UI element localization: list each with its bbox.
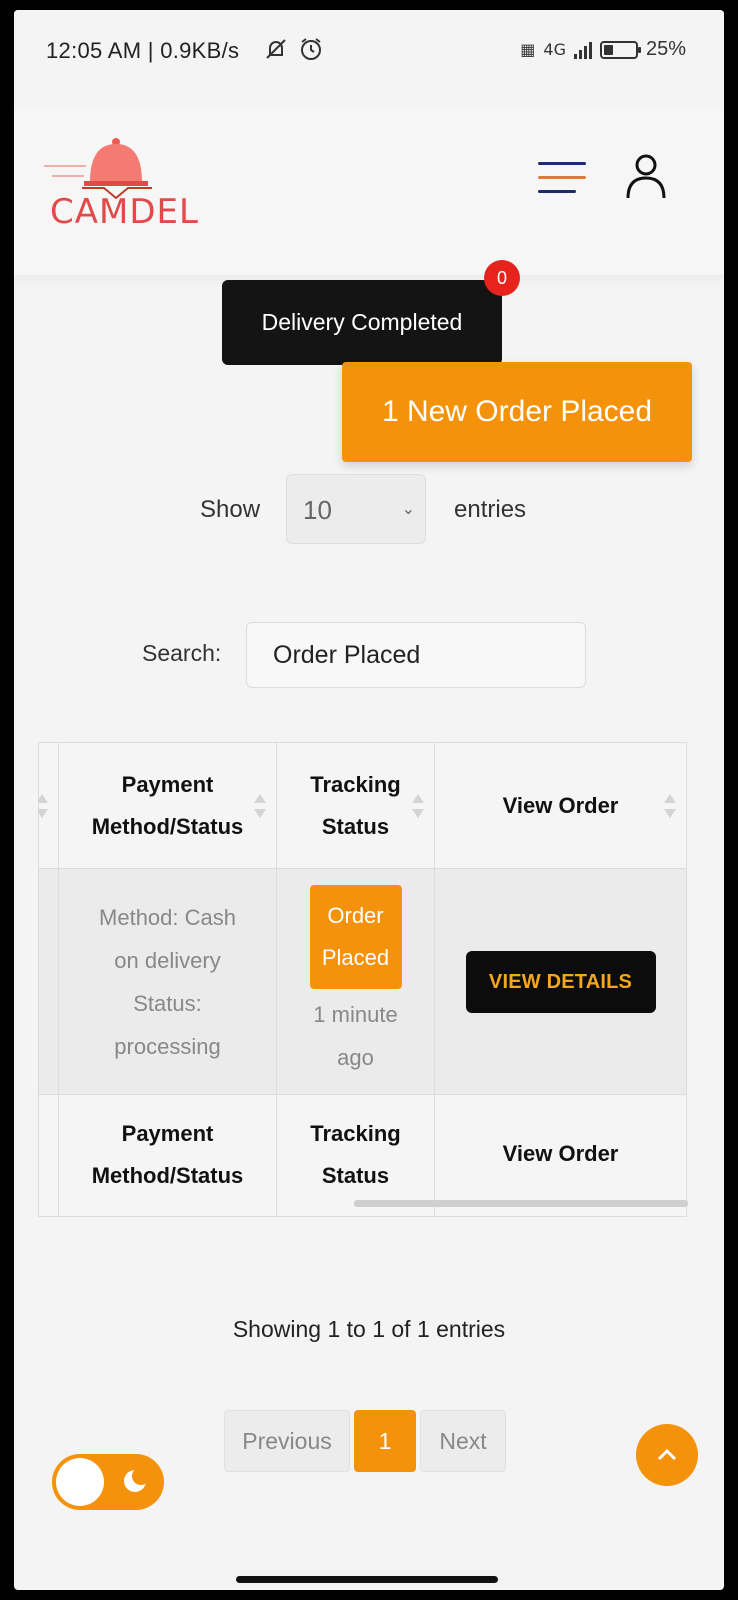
status-badge: Order Placed [309, 884, 402, 989]
next-page-button[interactable]: Next [420, 1410, 506, 1472]
signal-icon [573, 41, 592, 59]
hidden-column-header[interactable] [38, 742, 59, 869]
tracking-time: 1 minute ago [313, 1001, 398, 1070]
battery-percent: 25% [645, 38, 686, 60]
notification-badge: 0 [484, 260, 520, 296]
tracking-status-footer: Tracking Status [276, 1094, 435, 1217]
column-label: Tracking Status [310, 771, 401, 839]
user-account-button[interactable] [624, 152, 668, 200]
menu-button[interactable] [538, 162, 588, 196]
column-label: View Order [502, 792, 619, 818]
table-row: Method: Cash on delivery Status: process… [38, 868, 687, 1095]
theme-toggle[interactable] [52, 1454, 164, 1510]
sort-icon [254, 793, 266, 818]
notification-icons [262, 34, 325, 62]
orders-table: Payment Method/Status Tracking Status Vi… [38, 742, 687, 1217]
logo[interactable]: CAMDEL [42, 130, 198, 232]
hamburger-icon [538, 162, 586, 165]
previous-page-button[interactable]: Previous [224, 1410, 350, 1472]
payment-method-header[interactable]: Payment Method/Status [58, 742, 277, 869]
home-indicator[interactable] [236, 1576, 498, 1583]
payment-status-text: Status: processing [114, 990, 221, 1059]
entries-select[interactable]: 10 ⌄ [286, 474, 426, 544]
view-details-button[interactable]: VIEW DETAILS [465, 950, 656, 1013]
search-label: Search: [142, 640, 222, 666]
chevron-up-icon [657, 1448, 677, 1461]
logo-text: CAMDEL [50, 192, 199, 232]
status-time: 12:05 AM | 0.9KB/s [46, 38, 240, 63]
network-label: 4G [543, 40, 566, 59]
view-order-header[interactable]: View Order [434, 742, 687, 869]
status-right: ▦ 4G 25% [520, 38, 686, 61]
entries-label: entries [454, 496, 527, 523]
payment-method-footer: Payment Method/Status [58, 1094, 277, 1217]
tracking-status-header[interactable]: Tracking Status [276, 742, 435, 869]
table-footer-row: Payment Method/Status Tracking Status Vi… [38, 1094, 687, 1217]
sort-icon [664, 793, 676, 818]
orders-table-container: Payment Method/Status Tracking Status Vi… [38, 742, 688, 1222]
toggle-knob [56, 1458, 104, 1506]
payment-cell: Method: Cash on delivery Status: process… [58, 868, 277, 1095]
show-label: Show [200, 496, 261, 523]
chevron-down-icon: ⌄ [401, 501, 415, 518]
column-label: Payment Method/Status [91, 1121, 244, 1188]
table-header-row: Payment Method/Status Tracking Status Vi… [38, 742, 687, 869]
back-to-top-button[interactable] [636, 1424, 698, 1486]
entries-length-control: Show 10 ⌄ entries [14, 474, 724, 544]
payment-method-text: Method: Cash on delivery [99, 904, 236, 973]
delivery-completed-toast[interactable]: Delivery Completed 0 [222, 260, 520, 365]
app-screen: 12:05 AM | 0.9KB/s ▦ 4G 25% CAMDEL Deliv… [14, 10, 724, 1590]
sort-icon [412, 793, 424, 818]
new-order-label: 1 New Order Placed [381, 395, 653, 428]
cloche-icon [44, 138, 152, 200]
view-order-footer: View Order [434, 1094, 687, 1217]
delivery-completed-label: Delivery Completed [261, 309, 463, 335]
table-info: Showing 1 to 1 of 1 entries [232, 1316, 506, 1342]
column-label: Tracking Status [310, 1121, 401, 1188]
new-order-toast[interactable]: 1 New Order Placed [342, 362, 692, 462]
horizontal-scrollbar[interactable] [354, 1200, 688, 1207]
site-header: CAMDEL [14, 110, 724, 275]
sort-icon [38, 793, 48, 818]
moon-icon [124, 1467, 150, 1492]
pagination: Previous 1 Next [224, 1410, 506, 1472]
sim-icon: ▦ [520, 40, 536, 59]
alarm-icon [300, 37, 321, 60]
column-label: View Order [502, 1141, 619, 1166]
entries-select-value: 10 [303, 495, 332, 525]
page-1-button[interactable]: 1 [354, 1410, 416, 1472]
battery-icon [599, 40, 641, 59]
user-icon [626, 154, 666, 199]
search-input[interactable] [246, 622, 586, 688]
status-bar: 12:05 AM | 0.9KB/s ▦ 4G 25% [14, 10, 724, 90]
column-label: Payment Method/Status [91, 771, 244, 839]
view-order-cell: VIEW DETAILS [434, 868, 687, 1095]
tracking-cell: Order Placed 1 minute ago [276, 868, 435, 1095]
silent-bell-icon [266, 38, 286, 59]
